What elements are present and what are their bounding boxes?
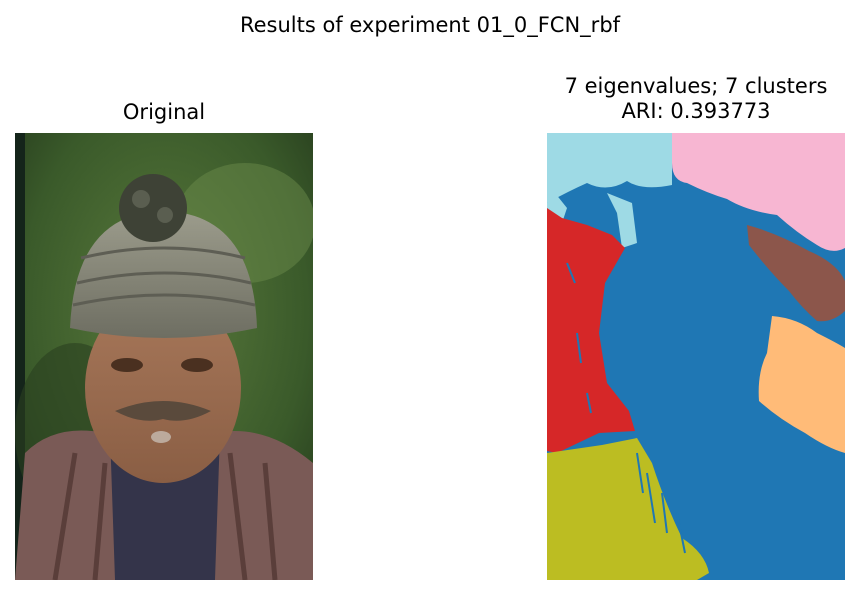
segmentation-svg [547,133,845,580]
original-photo-svg [15,133,313,580]
segmentation-title: 7 eigenvalues; 7 clusters ARI: 0.393773 [547,74,845,124]
segmentation-title-ari: ARI: 0.393773 [621,99,771,123]
hat-pompom [119,174,187,242]
figure-suptitle: Results of experiment 01_0_FCN_rbf [239,13,621,37]
segmentation-title-eigen: 7 eigenvalues; 7 clusters [564,74,828,98]
original-title: Original [122,100,206,124]
original-image [15,133,313,580]
segmentation-image [547,133,845,580]
